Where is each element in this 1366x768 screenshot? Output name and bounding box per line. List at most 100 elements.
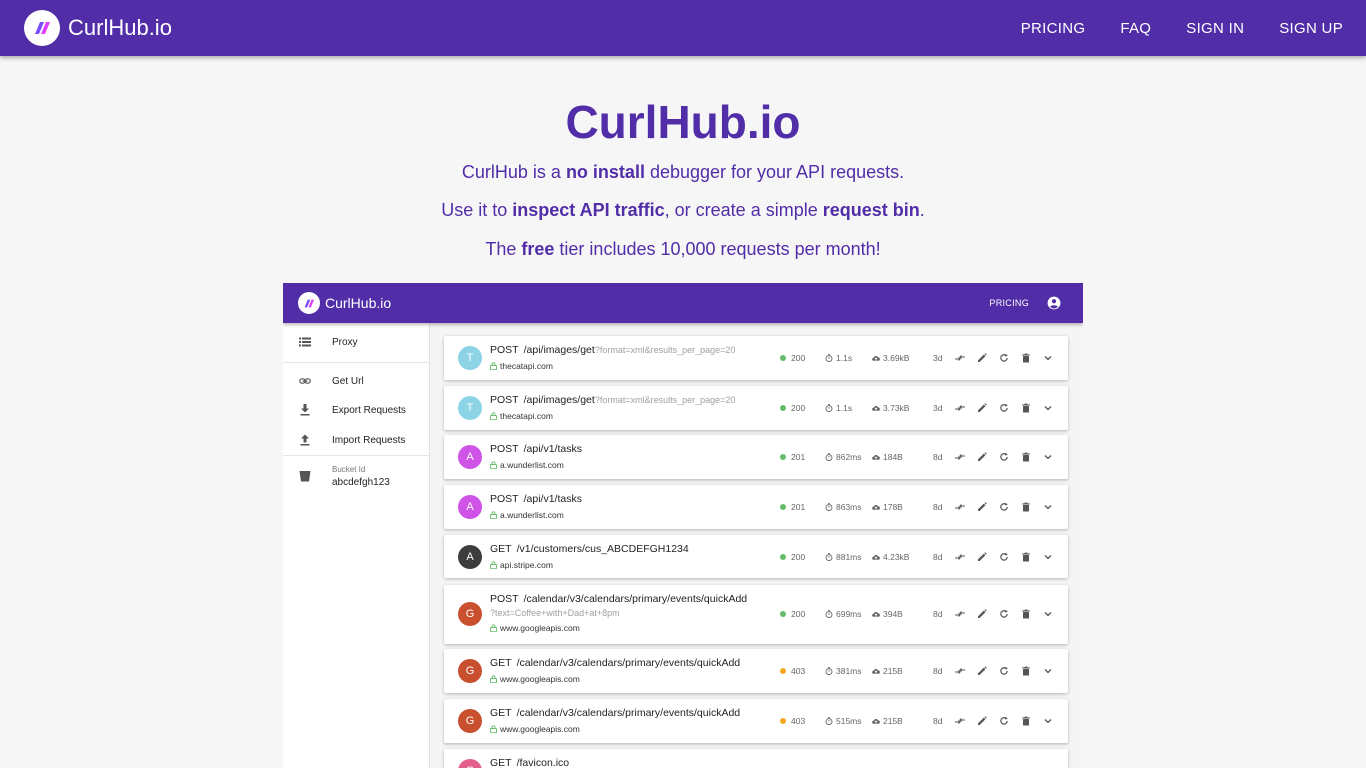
response-time: 862ms bbox=[825, 452, 862, 462]
compare-arrows-icon[interactable] bbox=[955, 552, 965, 562]
compare-arrows-icon[interactable] bbox=[955, 353, 965, 363]
request-card[interactable]: G GET/calendar/v3/calendars/primary/event… bbox=[444, 649, 1068, 693]
timer-icon bbox=[825, 717, 836, 725]
request-card[interactable]: G POST/calendar/v3/calendars/primary/even… bbox=[444, 585, 1068, 644]
response-time-text: 515ms bbox=[836, 716, 862, 726]
edit-pencil-icon[interactable] bbox=[977, 552, 987, 562]
status-code-text: 200 bbox=[791, 552, 806, 562]
compare-arrows-icon[interactable] bbox=[955, 403, 965, 413]
delete-trash-icon[interactable] bbox=[1021, 666, 1031, 676]
request-card[interactable]: G GET/calendar/v3/calendars/primary/event… bbox=[444, 699, 1068, 743]
delete-trash-icon[interactable] bbox=[1021, 353, 1031, 363]
nav-sign-up-link[interactable]: SIGN UP bbox=[1279, 20, 1343, 37]
status-code-text: 200 bbox=[791, 403, 806, 413]
app-pricing-link[interactable]: PRICING bbox=[989, 298, 1029, 308]
delete-trash-icon[interactable] bbox=[1021, 403, 1031, 413]
compare-arrows-icon[interactable] bbox=[955, 502, 965, 512]
sidebar-item-proxy[interactable]: Proxy bbox=[283, 333, 429, 351]
list-icon bbox=[299, 337, 311, 347]
request-method: POST bbox=[490, 394, 519, 406]
request-card[interactable]: A GET/v1/customers/cus_ABCDEFGH1234 api.st… bbox=[444, 535, 1068, 578]
compare-arrows-icon[interactable] bbox=[955, 452, 965, 462]
refresh-icon[interactable] bbox=[999, 609, 1009, 619]
response-time-text: 863ms bbox=[836, 502, 862, 512]
delete-trash-icon[interactable] bbox=[1021, 716, 1031, 726]
compare-arrows-icon[interactable] bbox=[955, 716, 965, 726]
response-size-text: 184B bbox=[883, 452, 903, 462]
response-size: 3.73kB bbox=[872, 403, 909, 413]
delete-trash-icon[interactable] bbox=[1021, 502, 1031, 512]
request-card[interactable]: T POST/api/images/get?format=xml&results_… bbox=[444, 386, 1068, 430]
chevron-down-icon[interactable] bbox=[1043, 716, 1053, 726]
response-time: 881ms bbox=[825, 552, 862, 562]
edit-pencil-icon[interactable] bbox=[977, 716, 987, 726]
brand-logo-icon[interactable] bbox=[24, 10, 60, 46]
request-age: 3d bbox=[933, 403, 943, 413]
request-path: /api/v1/tasks bbox=[523, 443, 582, 455]
status-code: 201 bbox=[780, 502, 805, 512]
response-size: 184B bbox=[872, 452, 903, 462]
refresh-icon[interactable] bbox=[999, 716, 1009, 726]
chevron-down-icon[interactable] bbox=[1043, 452, 1053, 462]
chevron-down-icon[interactable] bbox=[1043, 502, 1053, 512]
chevron-down-icon[interactable] bbox=[1043, 353, 1053, 363]
request-card[interactable]: A POST/api/v1/tasks a.wunderlist.com 201 862… bbox=[444, 435, 1068, 479]
refresh-icon[interactable] bbox=[999, 502, 1009, 512]
request-host-name: www.googleapis.com bbox=[500, 674, 580, 684]
chevron-down-icon[interactable] bbox=[1043, 552, 1053, 562]
status-code-text: 403 bbox=[791, 716, 806, 726]
chevron-down-icon[interactable] bbox=[1043, 666, 1053, 676]
refresh-icon[interactable] bbox=[999, 452, 1009, 462]
edit-pencil-icon[interactable] bbox=[977, 502, 987, 512]
sidebar-item-label: Import Requests bbox=[332, 434, 406, 446]
refresh-icon[interactable] bbox=[999, 403, 1009, 413]
timer-icon bbox=[825, 503, 836, 511]
request-avatar: A bbox=[458, 495, 482, 519]
delete-trash-icon[interactable] bbox=[1021, 452, 1031, 462]
request-card[interactable]: T POST/api/images/get?format=xml&results_… bbox=[444, 336, 1068, 380]
nav-faq-link[interactable]: FAQ bbox=[1120, 20, 1151, 37]
delete-trash-icon[interactable] bbox=[1021, 552, 1031, 562]
sidebar-divider bbox=[283, 362, 429, 363]
link-icon bbox=[299, 378, 311, 384]
brand-name[interactable]: CurlHub.io bbox=[68, 15, 172, 41]
request-method: POST bbox=[490, 443, 519, 455]
edit-pencil-icon[interactable] bbox=[977, 452, 987, 462]
status-dot-icon bbox=[780, 718, 786, 724]
compare-arrows-icon[interactable] bbox=[955, 666, 965, 676]
edit-pencil-icon[interactable] bbox=[977, 609, 987, 619]
chevron-down-icon[interactable] bbox=[1043, 609, 1053, 619]
request-host-name: www.googleapis.com bbox=[500, 724, 580, 734]
sidebar-item-import[interactable]: Import Requests bbox=[283, 431, 429, 449]
request-path: /api/v1/tasks bbox=[523, 493, 582, 505]
request-host-name: a.wunderlist.com bbox=[500, 510, 564, 520]
nav-pricing-link[interactable]: PRICING bbox=[1021, 20, 1086, 37]
hero-section: CurlHub.io CurlHub is a no install debug… bbox=[0, 96, 1366, 259]
request-avatar: G bbox=[458, 759, 482, 768]
refresh-icon[interactable] bbox=[999, 353, 1009, 363]
request-line: POST/api/images/get?format=xml&results_p… bbox=[490, 394, 735, 406]
request-card[interactable]: G GET/favicon.ico bbox=[444, 749, 1068, 768]
request-line: POST/api/v1/tasks bbox=[490, 443, 582, 455]
sidebar-item-label: Proxy bbox=[332, 336, 358, 348]
account-circle-icon[interactable] bbox=[1047, 296, 1061, 310]
nav-sign-in-link[interactable]: SIGN IN bbox=[1186, 20, 1244, 37]
edit-pencil-icon[interactable] bbox=[977, 666, 987, 676]
refresh-icon[interactable] bbox=[999, 666, 1009, 676]
compare-arrows-icon[interactable] bbox=[955, 609, 965, 619]
timer-icon bbox=[825, 610, 836, 618]
sidebar-item-get-url[interactable]: Get Url bbox=[283, 372, 429, 390]
status-dot-icon bbox=[780, 554, 786, 560]
chevron-down-icon[interactable] bbox=[1043, 403, 1053, 413]
request-card[interactable]: A POST/api/v1/tasks a.wunderlist.com 201 863… bbox=[444, 485, 1068, 529]
edit-pencil-icon[interactable] bbox=[977, 353, 987, 363]
request-age: 8d bbox=[933, 666, 943, 676]
response-time: 1.1s bbox=[825, 353, 852, 363]
sidebar-item-export[interactable]: Export Requests bbox=[283, 401, 429, 419]
cloud-upload-icon bbox=[872, 453, 883, 461]
app-brand-name: CurlHub.io bbox=[325, 295, 392, 311]
edit-pencil-icon[interactable] bbox=[977, 403, 987, 413]
refresh-icon[interactable] bbox=[999, 552, 1009, 562]
delete-trash-icon[interactable] bbox=[1021, 609, 1031, 619]
request-host-name: thecatapi.com bbox=[500, 361, 553, 371]
